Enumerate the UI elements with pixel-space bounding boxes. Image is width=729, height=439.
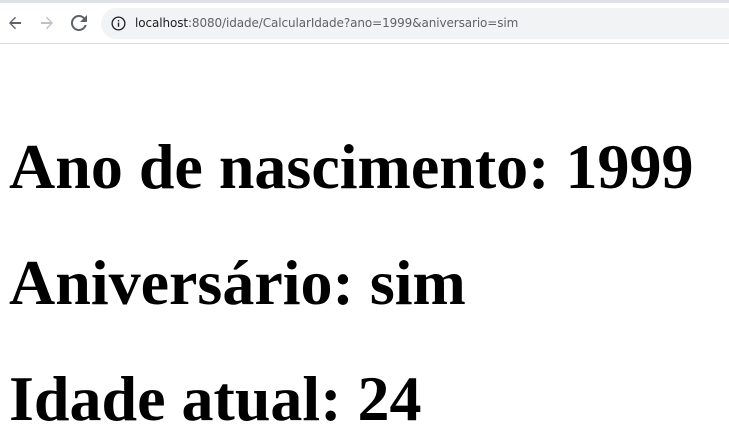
url-text[interactable]: localhost:8080/idade/CalcularIdade?ano=1… [135,8,518,39]
info-circle-icon[interactable] [111,16,126,31]
reload-icon [71,15,87,31]
arrow-right-icon [41,16,53,30]
birthday-heading: Aniversário: sim [9,246,466,318]
url-path: :8080/idade/CalcularIdade?ano=1999&anive… [187,16,519,30]
forward-button[interactable] [35,11,59,35]
arrow-left-icon [9,16,21,30]
reload-button[interactable] [67,11,91,35]
birth-year-heading: Ano de nascimento: 1999 [9,130,694,202]
browser-toolbar: localhost:8080/idade/CalcularIdade?ano=1… [0,0,729,44]
back-button[interactable] [3,11,27,35]
address-bar[interactable]: localhost:8080/idade/CalcularIdade?ano=1… [101,8,729,39]
url-host: localhost [135,16,188,30]
current-age-heading: Idade atual: 24 [9,362,422,434]
